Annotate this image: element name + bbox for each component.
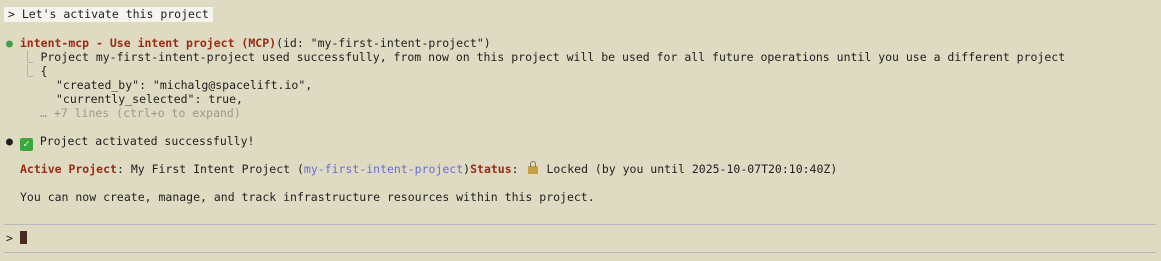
tool-result-line: ⎿ Project my-first-intent-project used s… (22, 50, 1065, 64)
input-cursor[interactable] (20, 231, 27, 244)
json-line: "created_by": "michalg@spacelift.io", (56, 78, 313, 92)
branch-connector-icon: ⎿ (22, 64, 34, 78)
terminal-window: > Let's activate this project ● intent-m… (0, 0, 1161, 261)
divider-bottom (4, 252, 1156, 253)
tool-status-bullet: ● (6, 36, 13, 50)
response-activated-line: ● ✓ Project activated successfully! (6, 134, 254, 151)
label-separator: : (116, 162, 124, 176)
response-bullet: ● (6, 134, 13, 148)
closing-text: You can now create, manage, and track in… (20, 190, 595, 204)
active-project-line: Active Project: My First Intent Project … (20, 161, 838, 176)
expand-collapsed-lines[interactable]: … +7 lines (ctrl+o to expand) (40, 106, 241, 120)
json-open-brace: { (40, 64, 48, 78)
tool-json-open-line: ⎿ { (22, 64, 47, 78)
tool-result-text: Project my-first-intent-project used suc… (40, 50, 1066, 64)
status-label: Status (470, 162, 512, 176)
project-id-link[interactable]: my-first-intent-project (304, 162, 463, 176)
branch-connector-icon: ⎿ (22, 50, 34, 64)
user-message: > Let's activate this project (4, 7, 213, 22)
divider-top (4, 224, 1156, 225)
check-mark-icon: ✓ (19, 138, 33, 151)
json-line: "currently_selected": true, (56, 92, 243, 106)
status-separator: : (511, 162, 519, 176)
tool-call-line: ● intent-mcp - Use intent project (MCP)(… (6, 36, 491, 50)
lock-icon (527, 161, 538, 174)
active-project-label: Active Project (20, 162, 117, 176)
prompt-symbol: > (6, 231, 13, 245)
project-name: My First Intent Project ( (130, 162, 304, 176)
tool-name: intent-mcp - Use intent project (MCP) (19, 36, 277, 50)
tool-args: (id: "my-first-intent-project") (276, 36, 491, 50)
status-value: Locked (by you until 2025-10-07T20:10:40… (546, 162, 838, 176)
activated-text: Project activated successfully! (39, 134, 255, 148)
